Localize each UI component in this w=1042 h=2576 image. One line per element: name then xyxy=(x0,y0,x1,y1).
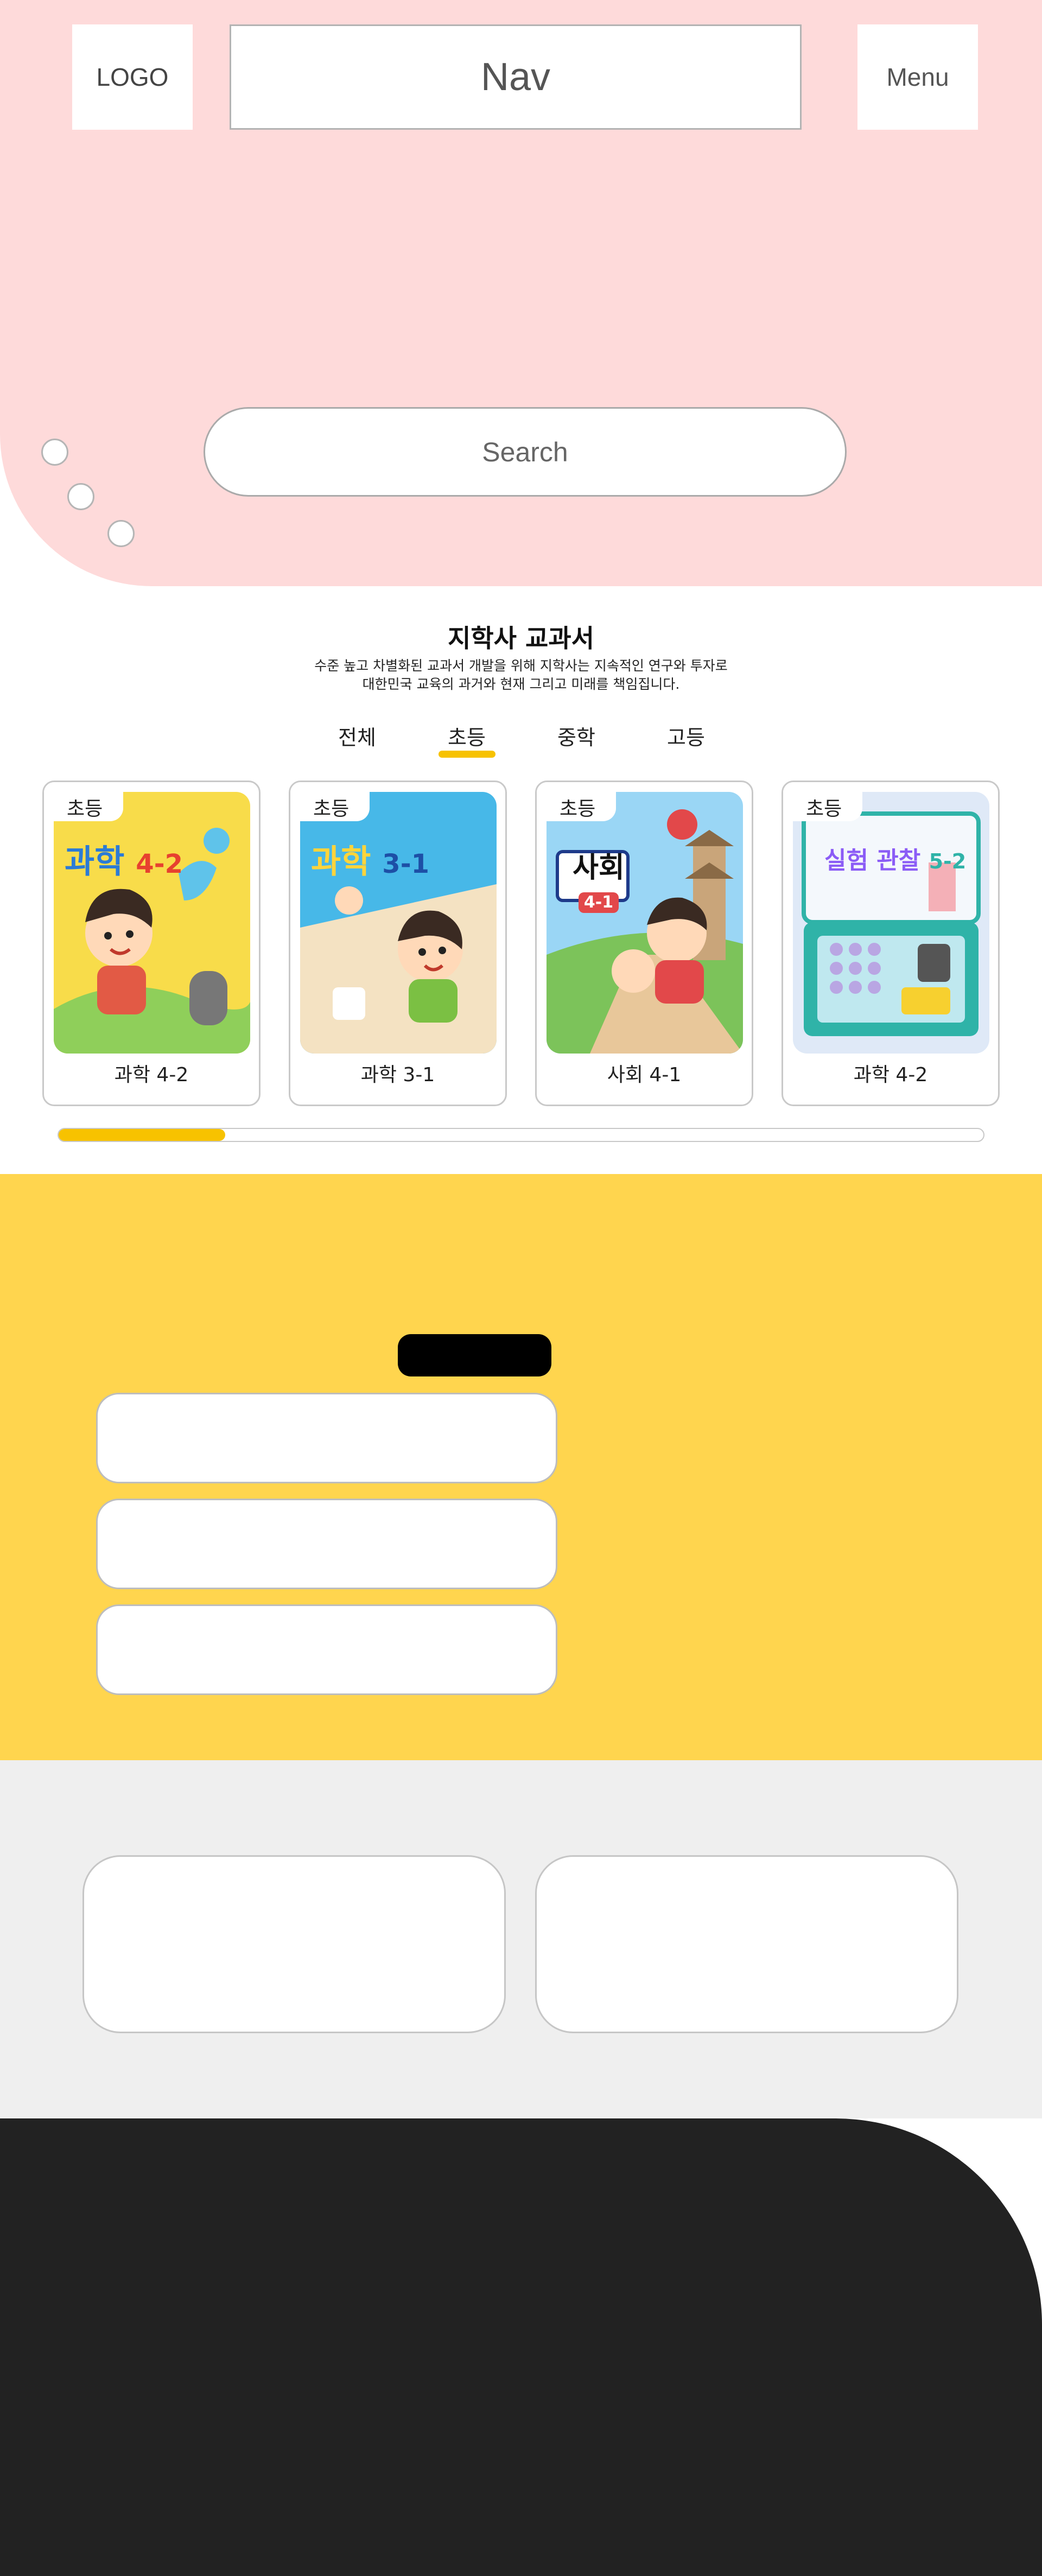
textbook-card[interactable]: 초등 과학 3-1 과학 3-1 xyxy=(289,781,507,1106)
tab-middle[interactable]: 중학 xyxy=(533,721,620,751)
description-line: 수준 높고 차별화된 교과서 개발을 위해 지학사는 지속적인 연구와 투자로 xyxy=(314,658,728,674)
content-card[interactable] xyxy=(82,1855,506,2033)
footer xyxy=(0,2118,1042,2576)
section-badge xyxy=(398,1334,551,1376)
content-card[interactable] xyxy=(535,1855,958,2033)
book-cover-image: 실험 관찰 5-2 xyxy=(793,792,989,1054)
gray-section xyxy=(0,1760,1042,2118)
section-description: 수준 높고 차별화된 교과서 개발을 위해 지학사는 지속적인 연구와 투자로 … xyxy=(0,657,1042,694)
textbook-card[interactable]: 초등 사회 4-1 사회 4-1 xyxy=(535,781,753,1106)
card-tag: 초등 xyxy=(783,782,862,821)
card-title: 과학 4-2 xyxy=(853,1064,928,1086)
cover-title: 과학 4-2 xyxy=(65,843,183,881)
decor-bubble xyxy=(67,483,94,510)
book-cover-image: 과학 3-1 xyxy=(300,792,497,1054)
description-line: 대한민국 교육의 과거와 현재 그리고 미래를 책임집니다. xyxy=(362,676,680,692)
card-title: 과학 4-2 xyxy=(114,1064,189,1086)
yellow-section xyxy=(0,1174,1042,1760)
tab-elementary[interactable]: 초등 xyxy=(423,721,510,751)
info-box[interactable] xyxy=(96,1604,557,1695)
info-box[interactable] xyxy=(96,1499,557,1589)
card-tag: 초등 xyxy=(290,782,370,821)
cover-title: 실험 관찰 5-2 xyxy=(824,847,967,874)
book-cover-image: 과학 4-2 xyxy=(54,792,250,1054)
card-title: 과학 3-1 xyxy=(360,1064,435,1086)
card-tag: 초등 xyxy=(44,782,123,821)
textbook-card[interactable]: 초등 과학 4-2 과학 4-2 xyxy=(42,781,260,1106)
tab-high[interactable]: 고등 xyxy=(643,721,729,751)
search-input[interactable]: Search xyxy=(204,407,847,497)
card-title: 사회 4-1 xyxy=(607,1064,682,1086)
carousel-scroll-thumb[interactable] xyxy=(59,1129,225,1141)
cover-title: 사회 4-1 xyxy=(573,852,625,913)
card-tag: 초등 xyxy=(537,782,616,821)
decor-bubble xyxy=(41,439,68,466)
carousel-scrollbar[interactable] xyxy=(58,1128,984,1142)
book-cover-image: 사회 4-1 xyxy=(547,792,743,1054)
menu-button[interactable]: Menu xyxy=(857,24,978,130)
cover-title: 과학 3-1 xyxy=(311,843,430,881)
logo[interactable]: LOGO xyxy=(72,24,193,130)
info-box[interactable] xyxy=(96,1393,557,1483)
hero-section: LOGO Nav Menu Search xyxy=(0,0,1042,586)
decor-bubble xyxy=(107,520,135,547)
active-tab-indicator xyxy=(439,751,495,758)
section-title: 지학사 교과서 xyxy=(448,624,594,653)
textbook-card[interactable]: 초등 실험 관찰 5-2 과학 4-2 xyxy=(782,781,1000,1106)
nav-bar[interactable]: Nav xyxy=(230,24,802,130)
tab-all[interactable]: 전체 xyxy=(314,721,401,751)
